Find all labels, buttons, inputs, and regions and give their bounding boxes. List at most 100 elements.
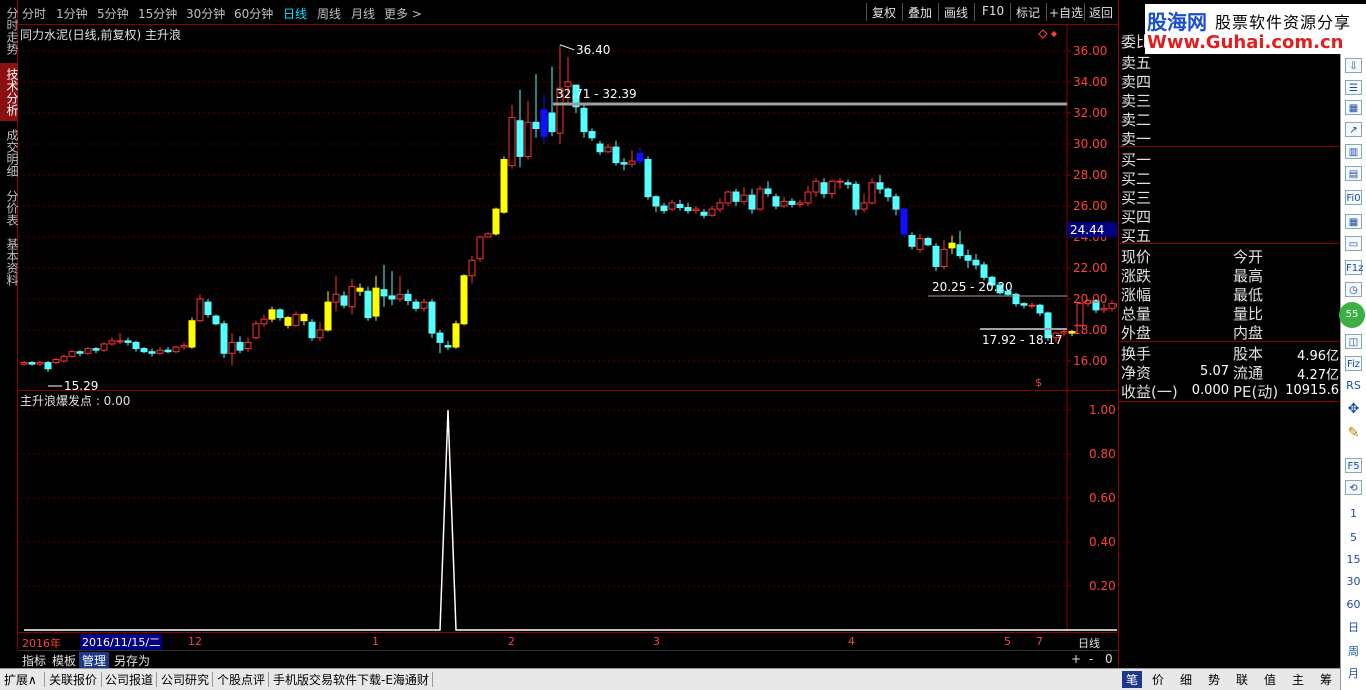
line-chart-icon[interactable]: ↗ xyxy=(1345,122,1362,137)
period-15-button[interactable]: 15 xyxy=(1345,552,1362,567)
move-icon[interactable]: ✥ xyxy=(1345,402,1362,417)
period-5min[interactable]: 5分钟 xyxy=(97,5,129,22)
period-day-button[interactable]: 日 xyxy=(1345,620,1362,635)
period-more[interactable]: 更多 > xyxy=(384,5,422,22)
candle-body xyxy=(220,323,228,354)
mobile-download-link[interactable]: 手机版交易软件下载-E海通财 xyxy=(273,671,429,688)
clock-icon[interactable]: ◷ xyxy=(1345,282,1362,297)
candle-body xyxy=(844,182,852,185)
zoom-out-button[interactable]: - xyxy=(1086,652,1096,666)
candle-body xyxy=(836,180,844,183)
tab-template[interactable]: 模板 xyxy=(49,652,79,669)
period-30-button[interactable]: 30 xyxy=(1345,574,1362,589)
badge-icon[interactable]: 55 xyxy=(1339,302,1365,328)
candle-body xyxy=(804,191,812,204)
period-week-button[interactable]: 周 xyxy=(1345,644,1362,659)
period-monthly[interactable]: 月线 xyxy=(351,5,375,22)
tab-link[interactable]: 联 xyxy=(1236,671,1248,688)
period-60-button[interactable]: 60 xyxy=(1345,597,1362,612)
candle-body xyxy=(116,340,124,343)
candle-body xyxy=(956,244,964,257)
logo-url: Www.Guhai.com.cn xyxy=(1147,32,1344,53)
tab-ticks[interactable]: 笔 xyxy=(1122,671,1143,688)
list-icon[interactable]: ☰ xyxy=(1345,80,1362,95)
candle-body xyxy=(444,345,452,348)
pe-label: PE(动) xyxy=(1233,383,1279,401)
back-button[interactable]: 返回 xyxy=(1089,4,1113,21)
candle-body xyxy=(676,203,684,209)
candle-body xyxy=(484,233,492,238)
date-label-year: 2016年 xyxy=(22,637,61,650)
candle-body xyxy=(820,182,828,195)
period-5-button[interactable]: 5 xyxy=(1345,530,1362,545)
candlestick-chart[interactable]: 36.0034.0032.0030.0028.0026.0024.0022.00… xyxy=(18,25,1117,391)
indicator-pane[interactable]: 主升浪爆发点 : 0.00 1.00 0.80 0.60 0.40 0.20 xyxy=(18,391,1117,632)
candle-body xyxy=(236,341,244,351)
tab-detail[interactable]: 细 xyxy=(1180,671,1192,688)
tab-timeshare[interactable]: 分时走势 xyxy=(0,2,19,60)
period-timeshare[interactable]: 分时 xyxy=(22,5,46,22)
tab-save-as[interactable]: 另存为 xyxy=(111,652,153,669)
refresh-icon[interactable]: ⟲ xyxy=(1345,480,1362,495)
tab-trade-details[interactable]: 成交明细 xyxy=(0,124,19,182)
expand-button[interactable]: 扩展∧ xyxy=(4,671,37,688)
candle-body xyxy=(460,275,468,325)
tab-basic-info[interactable]: 基本资料 xyxy=(0,233,19,291)
price-tick-label: 30.00 xyxy=(1073,137,1107,151)
buy3-label: 买三 xyxy=(1121,189,1152,207)
diamond-small-icon[interactable] xyxy=(1051,31,1057,37)
candle-body xyxy=(900,208,908,235)
rsi-icon[interactable]: RS xyxy=(1345,378,1362,393)
tab-manage[interactable]: 管理 xyxy=(79,652,110,669)
company-report-link[interactable]: 公司报道 xyxy=(105,671,153,688)
company-research-link[interactable]: 公司研究 xyxy=(161,671,209,688)
period-30min[interactable]: 30分钟 xyxy=(186,5,225,22)
overlay-button[interactable]: 叠加 xyxy=(908,4,932,21)
date-label-may: 5 xyxy=(1004,635,1011,648)
f10-button[interactable]: F10 xyxy=(982,4,1004,18)
bar-icon[interactable]: ▤ xyxy=(1345,166,1362,181)
window-icon[interactable]: ▭ xyxy=(1345,236,1362,251)
pencil-icon[interactable]: ✎ xyxy=(1345,426,1362,441)
tab-indicator[interactable]: 指标 xyxy=(19,652,49,669)
related-quotes-link[interactable]: 关联报价 xyxy=(49,671,97,688)
candle-body xyxy=(796,202,804,205)
period-daily[interactable]: 日线 xyxy=(283,5,307,22)
tab-trend[interactable]: 势 xyxy=(1208,671,1220,688)
candle-icon[interactable]: ▥ xyxy=(1345,144,1362,159)
adjust-button[interactable]: 复权 xyxy=(872,4,896,21)
period-1-button[interactable]: 1 xyxy=(1345,506,1362,521)
high-price-annotation: 36.40 xyxy=(576,43,610,57)
price-tick-label: 32.00 xyxy=(1073,106,1107,120)
tab-main[interactable]: 主 xyxy=(1292,671,1304,688)
add-watchlist-button[interactable]: +自选 xyxy=(1049,4,1083,21)
candle-body xyxy=(1028,304,1036,307)
grid-icon[interactable]: ▦ xyxy=(1345,214,1362,229)
tab-technical-analysis[interactable]: 技术分析 xyxy=(0,63,19,121)
mark-button[interactable]: 标记 xyxy=(1016,4,1040,21)
tab-price[interactable]: 价 xyxy=(1152,671,1164,688)
period-15min[interactable]: 15分钟 xyxy=(138,5,177,22)
fiz-icon[interactable]: Fiz xyxy=(1345,356,1362,371)
tab-chips[interactable]: 筹 xyxy=(1320,671,1332,688)
diamond-icon[interactable] xyxy=(1038,29,1048,39)
draw-line-button[interactable]: 画线 xyxy=(944,4,968,21)
f10-icon[interactable]: Fi0 xyxy=(1345,190,1362,205)
period-month-button[interactable]: 月 xyxy=(1345,666,1362,681)
indicator-chart[interactable]: 1.00 0.80 0.60 0.40 0.20 xyxy=(18,391,1117,632)
chart-icon[interactable]: ◫ xyxy=(1345,334,1362,349)
arrow-down-icon[interactable]: ⇩ xyxy=(1345,58,1362,73)
period-1min[interactable]: 1分钟 xyxy=(56,5,88,22)
tab-price-table[interactable]: 分价表 xyxy=(0,185,19,230)
tab-value[interactable]: 值 xyxy=(1264,671,1276,688)
period-weekly[interactable]: 周线 xyxy=(317,5,341,22)
f1z-icon[interactable]: F1z xyxy=(1345,260,1363,275)
main-chart-pane[interactable]: 同力水泥(日线,前复权) 主升浪 36.00 34.00 32.00 30.00 28.… xyxy=(18,25,1117,391)
stock-review-link[interactable]: 个股点评 xyxy=(217,671,265,688)
period-60min[interactable]: 60分钟 xyxy=(234,5,273,22)
table-icon[interactable]: ▦ xyxy=(1345,100,1362,115)
candle-body xyxy=(492,208,500,235)
zoom-in-button[interactable]: + xyxy=(1068,652,1084,666)
f5-icon[interactable]: F5 xyxy=(1345,458,1362,473)
zoom-reset-button[interactable]: 0 xyxy=(1102,652,1116,666)
